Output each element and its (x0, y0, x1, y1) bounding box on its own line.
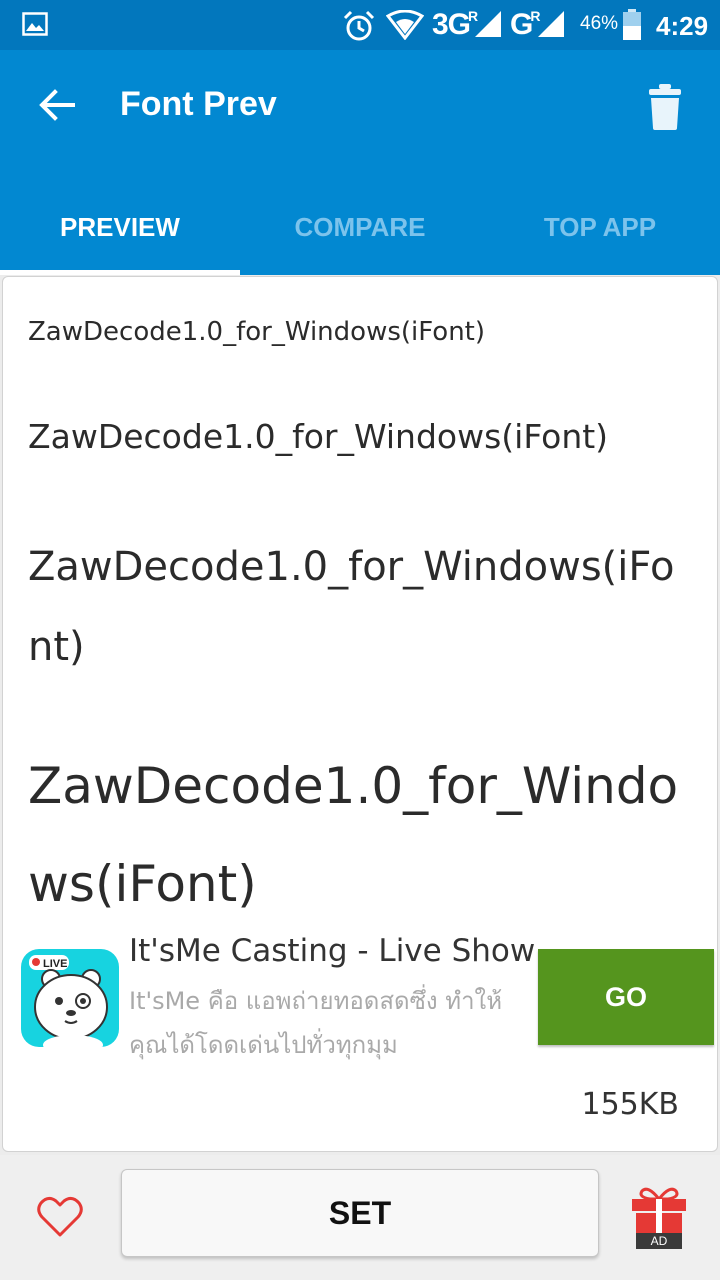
app-bar: Font Prev PREVIEW COMPARE TOP APP (0, 50, 720, 275)
font-preview-xlarge: ZawDecode1.0_for_Windows(iFont) (28, 757, 679, 913)
status-bar: 3GR GR 46% 4:29 (0, 0, 720, 50)
page-title: Font Prev (120, 85, 277, 123)
set-button[interactable]: SET (121, 1169, 599, 1257)
ad-label: AD (636, 1233, 682, 1249)
arrow-left-icon (39, 89, 75, 121)
ad-size: 155KB (581, 1087, 679, 1122)
tab-top-app[interactable]: TOP APP (480, 180, 720, 275)
delete-button[interactable] (640, 80, 690, 134)
font-preview-small: ZawDecode1.0_for_Windows(iFont) (28, 317, 486, 347)
ad-banner[interactable]: LIVE It'sMe Casting - Live Show It'sMe ค… (3, 927, 719, 1122)
font-preview-medium: ZawDecode1.0_for_Windows(iFont) (28, 417, 609, 456)
wifi-icon (386, 10, 424, 40)
bear-icon: LIVE (29, 955, 108, 1047)
tab-preview[interactable]: PREVIEW (0, 180, 240, 275)
battery-icon (623, 9, 641, 40)
ad-app-icon[interactable]: LIVE (21, 949, 119, 1047)
signal-icon (538, 11, 564, 37)
svg-text:LIVE: LIVE (43, 958, 67, 970)
bottom-bar: SET AD (0, 1155, 720, 1280)
clock: 4:29 (656, 11, 709, 41)
gallery-icon (22, 12, 48, 36)
network-type-2: GR (510, 8, 540, 41)
font-preview-large: ZawDecode1.0_for_Windows(iFont) (28, 544, 675, 670)
battery-percent: 46% (580, 13, 619, 34)
network-type-1: 3GR (432, 8, 478, 41)
trash-icon (649, 84, 681, 130)
preview-card: ZawDecode1.0_for_Windows(iFont) ZawDecod… (2, 276, 718, 1152)
alarm-icon (343, 10, 375, 41)
signal-icon (475, 11, 501, 37)
tab-compare[interactable]: COMPARE (240, 180, 480, 275)
go-button[interactable]: GO (538, 949, 714, 1045)
heart-outline-icon[interactable] (36, 1195, 84, 1239)
back-button[interactable] (30, 78, 84, 132)
ad-description: It'sMe คือ แอพถ่ายทอดสดซึ่ง ทำให้คุณได้โ… (129, 987, 503, 1059)
tab-bar: PREVIEW COMPARE TOP APP (0, 180, 720, 275)
ad-title: It'sMe Casting - Live Show (129, 933, 536, 969)
